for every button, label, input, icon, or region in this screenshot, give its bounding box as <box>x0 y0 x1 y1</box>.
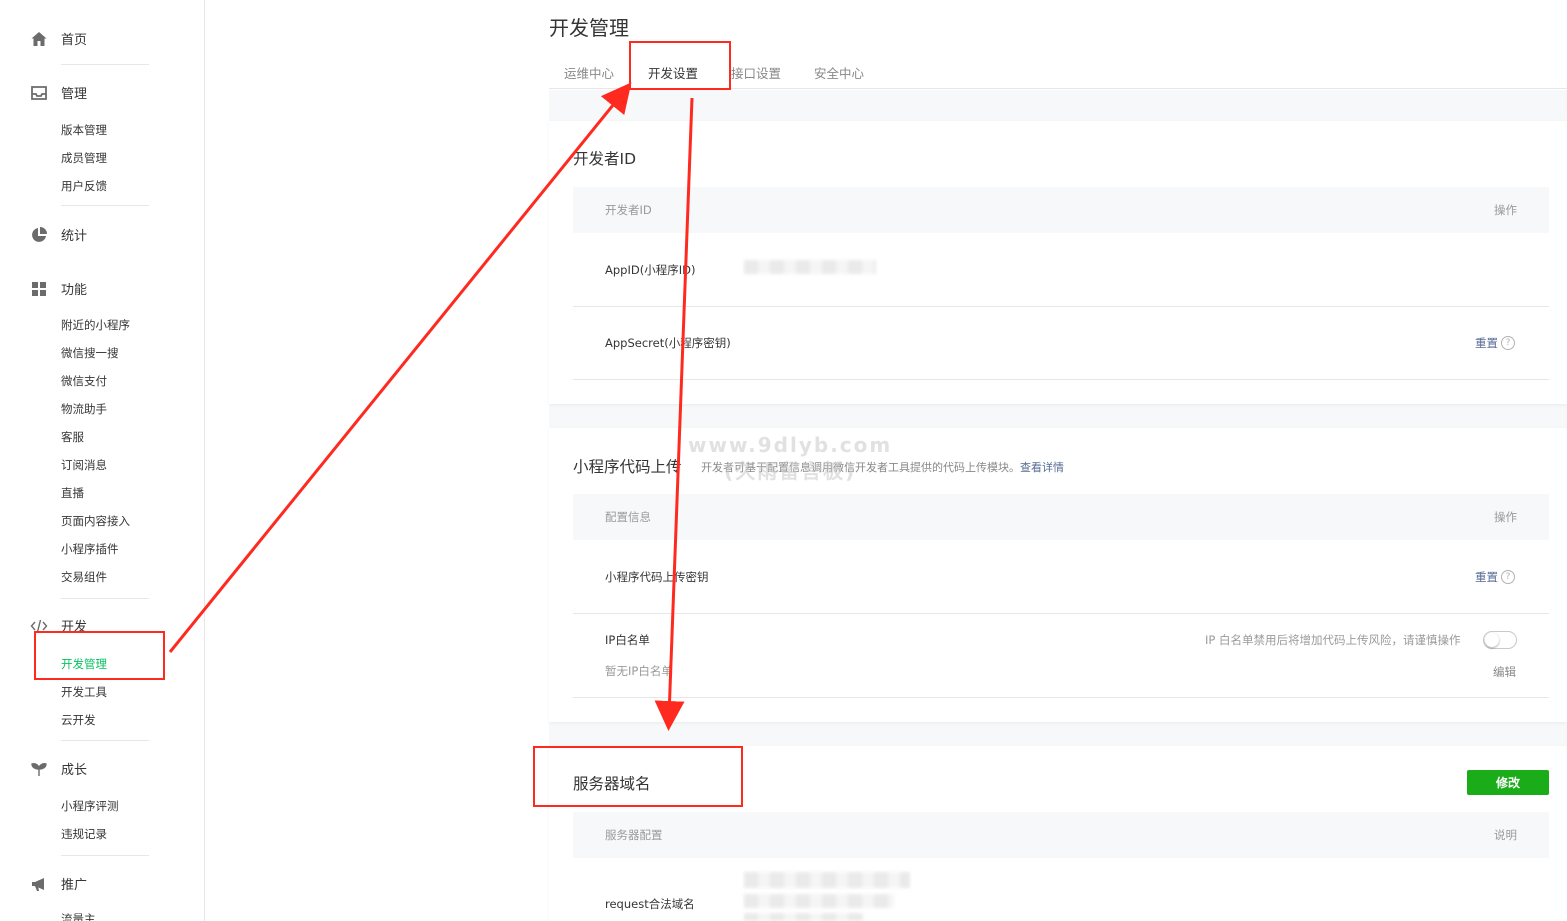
nav-stats[interactable]: 统计 <box>30 225 87 244</box>
nav-sub-nearby[interactable]: 附近的小程序 <box>61 317 130 333</box>
ip-whitelist-label: IP白名单 <box>605 633 650 647</box>
appid-label: AppID(小程序ID) <box>605 263 696 277</box>
developer-id-table-header: 开发者ID 操作 <box>573 187 1549 233</box>
help-icon[interactable]: ? <box>1501 570 1515 584</box>
tab-api-settings[interactable]: 接口设置 <box>731 63 781 82</box>
appid-value-redacted <box>744 260 876 274</box>
appsecret-label: AppSecret(小程序密钥) <box>605 336 731 350</box>
nav-growth[interactable]: 成长 <box>30 759 87 778</box>
ip-whitelist-warning: IP 白名单禁用后将增加代码上传风险，请谨慎操作 <box>1205 633 1461 647</box>
col-header: 操作 <box>1494 203 1517 217</box>
panel-gap <box>549 90 1567 121</box>
code-upload-table-header: 配置信息 操作 <box>573 494 1549 540</box>
appsecret-reset-button[interactable]: 重置 ? <box>1475 335 1515 351</box>
nav-sub-service[interactable]: 客服 <box>61 429 84 445</box>
tab-security[interactable]: 安全中心 <box>814 63 864 82</box>
row-divider <box>573 379 1549 380</box>
nav-sub-dev-tools[interactable]: 开发工具 <box>61 684 107 700</box>
nav-sub-cloud[interactable]: 云开发 <box>61 712 96 728</box>
col-header: 配置信息 <box>605 510 651 524</box>
upload-key-label: 小程序代码上传密钥 <box>605 570 709 584</box>
annotation-box-section <box>533 746 743 807</box>
divider <box>61 740 149 741</box>
sprout-icon <box>30 760 48 778</box>
nav-sub-subscribe[interactable]: 订阅消息 <box>61 457 107 473</box>
divider <box>61 855 149 856</box>
nav-stats-label: 统计 <box>61 229 88 244</box>
nav-sub-live[interactable]: 直播 <box>61 485 84 501</box>
grid-icon <box>30 280 48 298</box>
watermark-line: www.9dlyb.com <box>688 433 893 457</box>
nav-sub-search[interactable]: 微信搜一搜 <box>61 345 119 361</box>
col-header: 服务器配置 <box>605 828 663 842</box>
divider <box>61 64 149 65</box>
upload-key-reset-button[interactable]: 重置 ? <box>1475 569 1515 585</box>
nav-sub-feedback[interactable]: 用户反馈 <box>61 178 107 194</box>
toggle-knob <box>1485 633 1499 647</box>
request-domain-redacted <box>744 913 864 921</box>
nav-promote-label: 推广 <box>61 878 88 893</box>
divider <box>61 598 149 599</box>
nav-manage[interactable]: 管理 <box>30 83 87 102</box>
nav-sub-members[interactable]: 成员管理 <box>61 150 107 166</box>
nav-sub-pay[interactable]: 微信支付 <box>61 373 107 389</box>
reset-label: 重置 <box>1475 336 1498 350</box>
nav-features[interactable]: 功能 <box>30 279 87 298</box>
nav-sub-violations[interactable]: 违规记录 <box>61 826 107 842</box>
nav-sub-plugins[interactable]: 小程序插件 <box>61 541 119 557</box>
nav-sub-evaluation[interactable]: 小程序评测 <box>61 798 119 814</box>
modify-button[interactable]: 修改 <box>1467 770 1549 795</box>
inbox-icon <box>30 84 48 102</box>
reset-label: 重置 <box>1475 570 1498 584</box>
divider <box>61 205 149 206</box>
help-icon[interactable]: ? <box>1501 336 1515 350</box>
row-divider <box>573 613 1549 614</box>
row-divider <box>573 306 1549 307</box>
page-title: 开发管理 <box>549 16 629 40</box>
developer-id-title: 开发者ID <box>573 150 637 168</box>
request-domain-redacted <box>744 872 910 888</box>
ip-whitelist-edit-link[interactable]: 编辑 <box>1493 664 1516 680</box>
col-header: 操作 <box>1494 510 1517 524</box>
sidebar: 首页 管理 版本管理 成员管理 用户反馈 统计 功能 附近的小程序 微信搜一搜 … <box>0 0 205 921</box>
watermark: www.9dlyb.com (久雨留言板) <box>688 432 892 484</box>
nav-growth-label: 成长 <box>61 763 88 778</box>
nav-home-label: 首页 <box>61 33 88 48</box>
col-header: 开发者ID <box>605 203 652 217</box>
nav-sub-page-content[interactable]: 页面内容接入 <box>61 513 130 529</box>
nav-sub-traffic[interactable]: 流量主 <box>61 911 96 921</box>
server-domain-table-header: 服务器配置 说明 <box>573 812 1549 858</box>
nav-promote[interactable]: 推广 <box>30 874 87 893</box>
ip-whitelist-empty: 暂无IP白名单 <box>605 664 673 678</box>
row-divider <box>573 697 1549 698</box>
col-header: 说明 <box>1494 828 1517 842</box>
nav-sub-trade[interactable]: 交易组件 <box>61 569 107 585</box>
home-icon <box>30 30 48 48</box>
code-upload-title: 小程序代码上传 <box>573 458 682 476</box>
nav-manage-label: 管理 <box>61 87 88 102</box>
request-domain-redacted <box>744 894 894 908</box>
request-domain-label: request合法域名 <box>605 897 695 911</box>
nav-sub-version[interactable]: 版本管理 <box>61 122 107 138</box>
nav-features-label: 功能 <box>61 283 88 298</box>
nav-home[interactable]: 首页 <box>30 29 87 48</box>
nav-sub-logistics[interactable]: 物流助手 <box>61 401 107 417</box>
ip-whitelist-toggle[interactable] <box>1483 631 1517 649</box>
pie-chart-icon <box>30 226 48 244</box>
tab-ops[interactable]: 运维中心 <box>564 63 614 82</box>
annotation-box-nav <box>34 631 165 680</box>
watermark-line: (久雨留言板) <box>723 459 857 483</box>
panel-gap <box>549 722 1567 746</box>
megaphone-icon <box>30 875 48 893</box>
view-details-link[interactable]: 查看详情 <box>1020 461 1064 474</box>
panel-gap <box>549 404 1567 428</box>
developer-id-panel <box>549 121 1567 404</box>
annotation-box-tab <box>629 41 731 90</box>
